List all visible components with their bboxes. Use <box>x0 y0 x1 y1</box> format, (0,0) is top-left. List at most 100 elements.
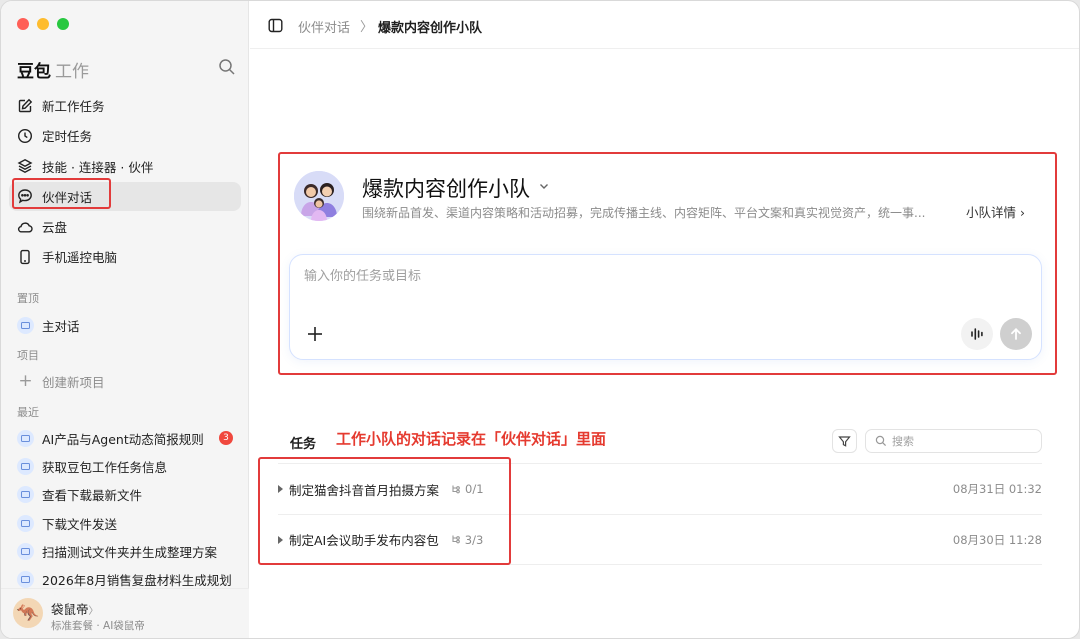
nav-new-task[interactable]: 新工作任务 <box>9 91 241 120</box>
list-item-label: 扫描测试文件夹并生成整理方案 <box>42 544 218 560</box>
subtask-count: 3/3 <box>451 532 484 547</box>
expand-caret-icon[interactable] <box>278 485 283 493</box>
search-placeholder: 搜索 <box>892 435 914 448</box>
projects-list: + 创建新项目 <box>9 367 241 395</box>
recent-list: AI产品与Agent动态简报规则 3 获取豆包工作任务信息 查看下载最新文件 下… <box>9 424 241 594</box>
user-plan: 标准套餐 · AI袋鼠帝 <box>51 620 145 632</box>
cloud-icon <box>17 222 33 233</box>
nav-partner-chat[interactable]: 伙伴对话 <box>9 181 241 211</box>
clock-icon <box>17 128 33 143</box>
sidebar-nav: 新工作任务 定时任务 技能 · 连接器 · 伙伴 伙伴对话 云盘 手机遥控电脑 <box>9 91 241 273</box>
list-item-label: 主对话 <box>42 318 80 334</box>
user-name-text: 袋鼠帝 <box>51 602 89 617</box>
brand-name: 豆包 <box>17 62 51 82</box>
app-window: 豆包 工作 新工作任务 定时任务 技能 · 连接器 · 伙伴 伙伴对话 云盘 手… <box>0 0 1080 639</box>
edit-icon <box>18 98 33 112</box>
task-name: 制定猫舍抖音首月拍摄方案 <box>289 482 440 498</box>
list-item-label: 2026年8月销售复盘材料生成规划 <box>42 573 232 589</box>
team-avatar-image <box>294 171 344 221</box>
task-row[interactable]: 制定AI会议助手发布内容包 3/3 08月30日 11:28 <box>278 514 1042 565</box>
task-name: 制定AI会议助手发布内容包 <box>289 533 439 548</box>
nav-label: 新工作任务 <box>42 99 105 114</box>
task-timestamp: 08月30日 11:28 <box>952 532 1042 547</box>
close-window-button[interactable] <box>17 18 29 30</box>
team-description: 围绕新品首发、渠道内容策略和活动招募，完成传播主线、内容矩阵、平台文案和真实视觉… <box>362 206 926 220</box>
nav-label: 技能 · 连接器 · 伙伴 <box>42 159 154 175</box>
annotation-text: 工作小队的对话记录在「伙伴对话」里面 <box>336 430 607 448</box>
list-item-label: 获取豆包工作任务信息 <box>42 459 168 475</box>
add-attachment-button[interactable] <box>304 323 326 345</box>
nav-label: 伙伴对话 <box>42 189 93 205</box>
list-item-label: AI产品与Agent动态简报规则 <box>42 431 204 447</box>
chat-icon <box>17 316 34 334</box>
chevron-right-icon: 〉 <box>360 20 374 35</box>
recent-item[interactable]: 下载文件发送 <box>9 509 241 537</box>
team-avatar <box>294 171 344 221</box>
nav-skills-connectors[interactable]: 技能 · 连接器 · 伙伴 <box>9 152 241 181</box>
window-controls <box>17 18 69 30</box>
top-bar: 伙伴对话 〉 爆款内容创作小队 <box>250 1 1079 49</box>
subtask-progress: 3/3 <box>464 532 484 547</box>
breadcrumb-current: 爆款内容创作小队 <box>378 21 483 36</box>
filter-button[interactable] <box>832 429 857 453</box>
subtask-icon <box>452 535 460 544</box>
subtask-count: 0/1 <box>451 482 484 496</box>
task-composer <box>289 254 1042 360</box>
avatar: 🦘 <box>13 598 43 628</box>
waveform-icon <box>971 328 983 340</box>
list-item-label: 查看下载最新文件 <box>42 488 143 504</box>
create-project-label: 创建新项目 <box>42 374 105 390</box>
minimize-window-button[interactable] <box>37 18 49 30</box>
recent-item[interactable]: 获取豆包工作任务信息 <box>9 452 241 480</box>
task-row[interactable]: 制定猫舍抖音首月拍摄方案 0/1 08月31日 01:32 <box>278 463 1042 514</box>
send-button[interactable] <box>1000 318 1032 350</box>
brand-subtitle: 工作 <box>55 62 89 82</box>
kangaroo-icon: 🦘 <box>16 602 40 624</box>
task-input[interactable] <box>304 269 1004 284</box>
arrow-up-icon <box>1011 328 1021 340</box>
list-item-label: 下载文件发送 <box>42 516 118 532</box>
task-list: 制定猫舍抖音首月拍摄方案 0/1 08月31日 01:32 制定AI会议助手发布… <box>278 463 1042 565</box>
brand-logo: 豆包 工作 <box>17 57 89 82</box>
create-project-button[interactable]: + 创建新项目 <box>9 367 241 395</box>
phone-icon <box>20 249 30 265</box>
chat-icon <box>17 486 34 504</box>
layers-icon <box>17 159 33 174</box>
sidebar: 豆包 工作 新工作任务 定时任务 技能 · 连接器 · 伙伴 伙伴对话 云盘 手… <box>1 1 249 638</box>
nav-label: 云盘 <box>42 220 68 236</box>
nav-label: 手机遥控电脑 <box>42 250 118 266</box>
recent-item[interactable]: 扫描测试文件夹并生成整理方案 <box>9 537 241 565</box>
zoom-window-button[interactable] <box>57 18 69 30</box>
search-icon[interactable] <box>218 58 236 76</box>
breadcrumb-parent[interactable]: 伙伴对话 <box>298 17 350 36</box>
chevron-down-icon[interactable] <box>538 180 550 192</box>
nav-scheduled-tasks[interactable]: 定时任务 <box>9 121 241 150</box>
chat-icon <box>17 571 34 589</box>
filter-icon <box>838 435 851 447</box>
user-profile[interactable]: 🦘 袋鼠帝〉 标准套餐 · AI袋鼠帝 <box>1 588 249 638</box>
pinned-section-label: 置顶 <box>17 292 39 305</box>
plus-icon: + <box>18 370 33 391</box>
tasks-heading: 任务 <box>290 437 317 452</box>
chat-icon <box>17 429 34 447</box>
pinned-item-main[interactable]: 主对话 <box>9 311 241 339</box>
chat-icon <box>17 514 34 532</box>
nav-phone-remote[interactable]: 手机遥控电脑 <box>9 242 241 271</box>
search-icon <box>875 435 887 447</box>
projects-section-label: 项目 <box>17 349 39 362</box>
recent-item[interactable]: AI产品与Agent动态简报规则 3 <box>9 424 241 452</box>
recent-item[interactable]: 查看下载最新文件 <box>9 481 241 509</box>
task-timestamp: 08月31日 01:32 <box>952 482 1042 496</box>
voice-input-button[interactable] <box>961 318 993 350</box>
nav-cloud-drive[interactable]: 云盘 <box>9 212 241 241</box>
subtask-icon <box>452 485 460 493</box>
nav-label: 定时任务 <box>42 129 93 145</box>
team-name[interactable]: 爆款内容创作小队 <box>362 173 530 203</box>
sidebar-toggle-icon[interactable] <box>268 18 283 33</box>
expand-caret-icon[interactable] <box>278 535 283 544</box>
recent-section-label: 最近 <box>17 406 39 419</box>
subtask-progress: 0/1 <box>465 482 484 496</box>
task-search-input[interactable]: 搜索 <box>865 429 1042 453</box>
team-details-link[interactable]: 小队详情 › <box>966 202 1025 221</box>
user-name: 袋鼠帝〉 <box>51 599 99 618</box>
